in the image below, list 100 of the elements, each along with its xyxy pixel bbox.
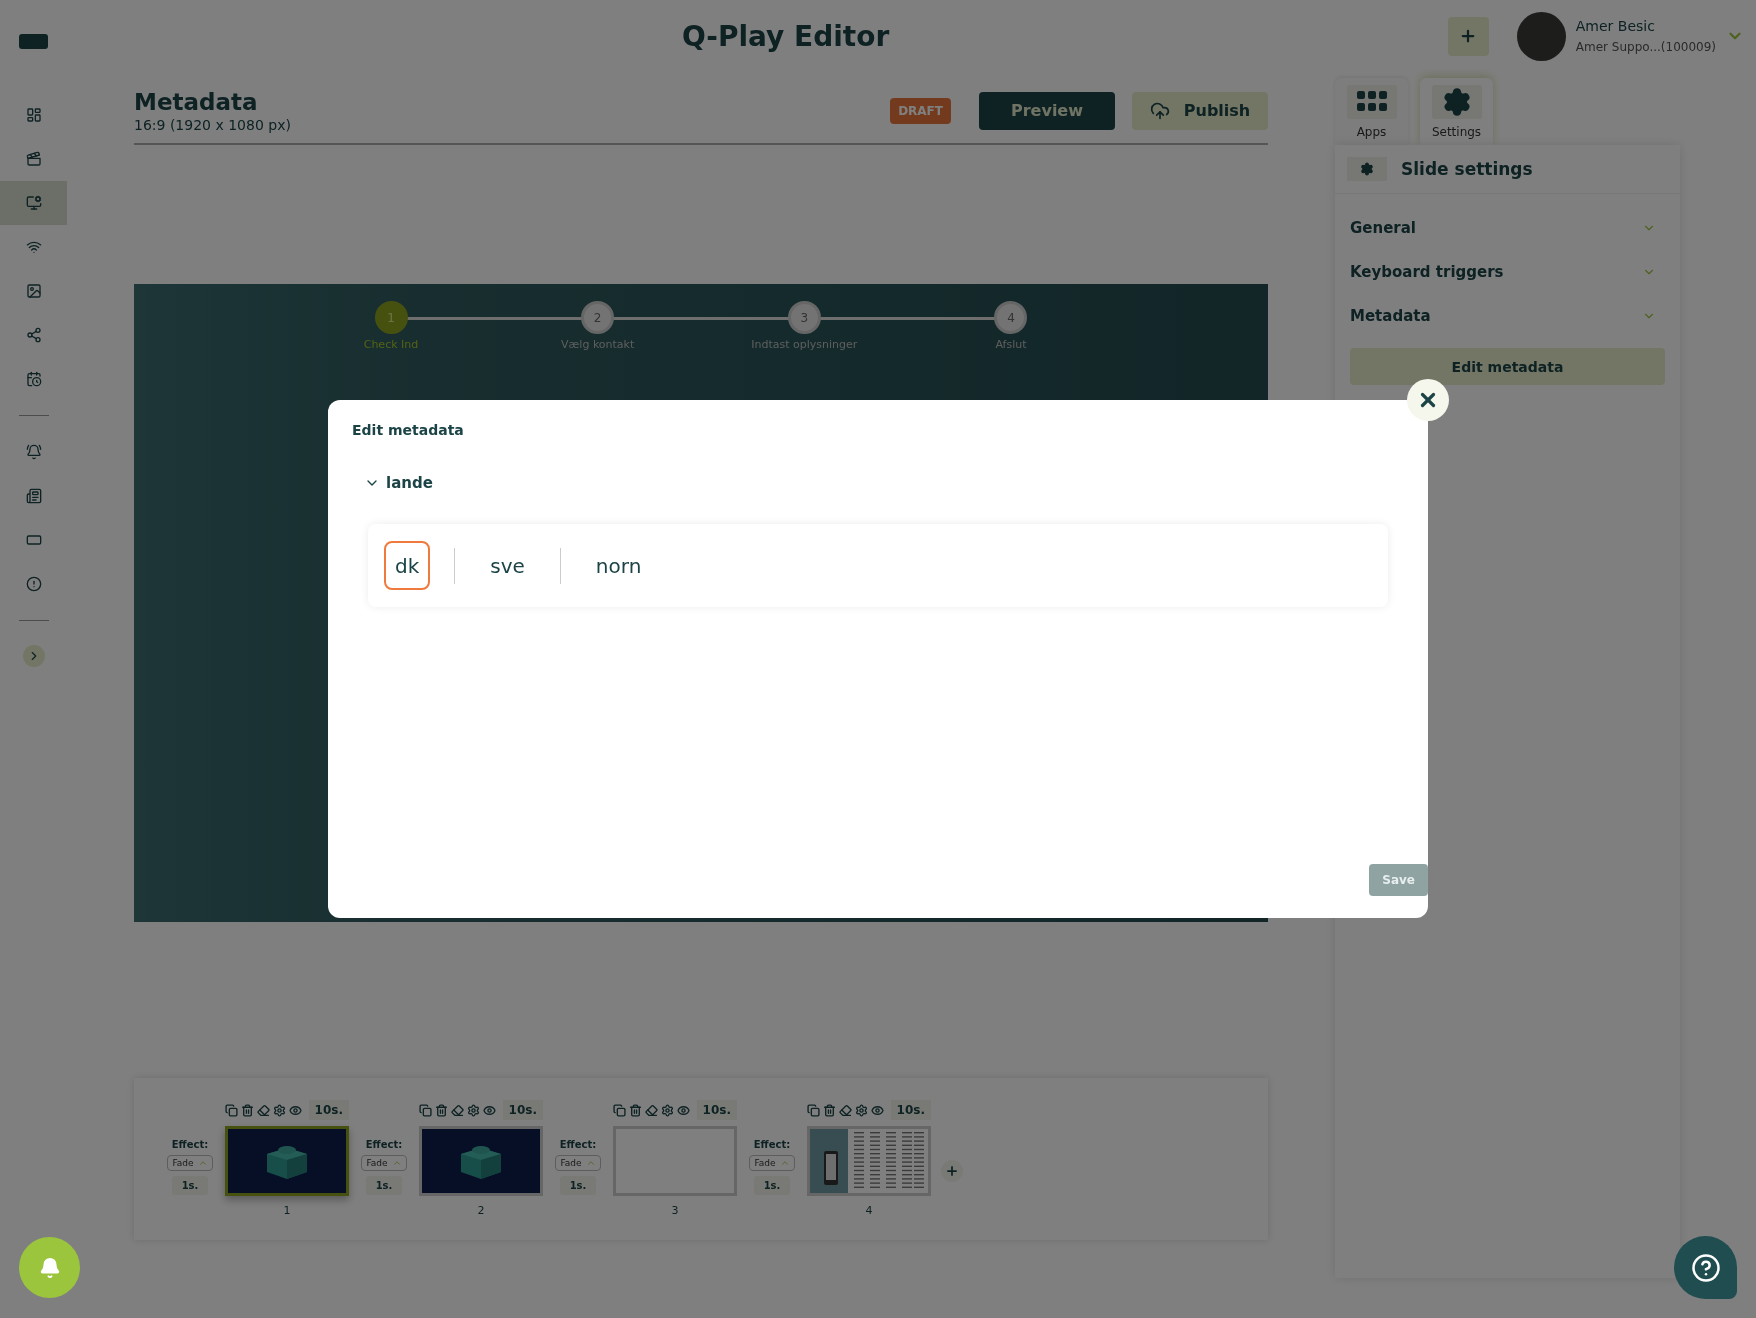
step-label: Vælg kontakt (561, 338, 635, 351)
group-toggle[interactable]: lande (364, 474, 1404, 492)
user-account: Amer Suppo...(100009) (1575, 40, 1716, 54)
add-button[interactable] (1447, 16, 1489, 56)
user-name: Amer Besic (1575, 18, 1656, 34)
slide-duration[interactable]: 10s. (502, 1100, 543, 1120)
panel-title: Slide settings (1401, 159, 1533, 179)
eye-button[interactable] (483, 1103, 496, 1117)
page-subtitle: 16:9 (1920 x 1080 px) (134, 116, 291, 133)
eye-icon (483, 1103, 496, 1117)
expand-button[interactable] (22, 645, 45, 667)
panel-tab[interactable]: Apps (1335, 78, 1408, 145)
newspaper-icon (25, 488, 42, 504)
share-icon (25, 327, 42, 343)
step-circle: 4 (994, 301, 1028, 334)
copy-icon (225, 1103, 238, 1117)
settings-button[interactable] (855, 1103, 868, 1117)
eraser-icon (257, 1103, 270, 1117)
step-label: Check Ind (363, 338, 419, 351)
calendar-clock-icon (25, 371, 42, 387)
step-label: Afslut (995, 338, 1027, 351)
eraser-icon (451, 1103, 464, 1117)
slide-duration[interactable]: 10s. (890, 1100, 931, 1120)
trash-icon (823, 1103, 836, 1117)
chevron-up-icon (585, 1158, 596, 1168)
eraser-icon (839, 1103, 852, 1117)
eraser-button[interactable] (839, 1103, 852, 1117)
trash-button[interactable] (241, 1103, 254, 1117)
eraser-button[interactable] (451, 1103, 464, 1117)
bell-icon (25, 444, 42, 460)
accordion-section[interactable]: General (1335, 206, 1680, 250)
slide-duration[interactable]: 10s. (696, 1100, 737, 1120)
eye-button[interactable] (677, 1103, 690, 1117)
trash-button[interactable] (629, 1103, 642, 1117)
slide-number: 3 (671, 1204, 679, 1217)
effect-duration[interactable]: 1s. (365, 1176, 403, 1195)
modal-title: Edit metadata (352, 422, 465, 438)
eye-button[interactable] (289, 1103, 302, 1117)
help-icon (1690, 1252, 1721, 1283)
slide-duration[interactable]: 10s. (308, 1100, 349, 1120)
bell-icon (38, 1256, 61, 1279)
effect-label: Effect: (171, 1139, 209, 1150)
alert-icon (25, 576, 42, 592)
effect-label: Effect: (753, 1139, 791, 1150)
plus-icon (945, 1164, 959, 1178)
settings-button[interactable] (273, 1103, 286, 1117)
copy-button[interactable] (613, 1103, 626, 1117)
slide-number: 2 (477, 1204, 485, 1217)
add-slide-button[interactable] (941, 1160, 963, 1182)
accordion-section[interactable]: Keyboard triggers (1335, 250, 1680, 294)
settings-icon (661, 1103, 674, 1117)
effect-select[interactable]: Fade (167, 1155, 213, 1171)
trash-icon (435, 1103, 448, 1117)
copy-button[interactable] (419, 1103, 432, 1117)
effect-select[interactable]: Fade (749, 1155, 795, 1171)
eye-icon (677, 1103, 690, 1117)
copy-button[interactable] (807, 1103, 820, 1117)
copy-icon (807, 1103, 820, 1117)
page-title: Metadata (134, 88, 259, 115)
step-label: Indtast oplysninger (751, 338, 858, 351)
effect-select[interactable]: Fade (555, 1155, 601, 1171)
logo (19, 34, 48, 49)
sidebar-item[interactable] (0, 181, 67, 225)
copy-button[interactable] (225, 1103, 238, 1117)
trash-icon (629, 1103, 642, 1117)
settings-button[interactable] (661, 1103, 674, 1117)
settings-icon (855, 1103, 868, 1117)
tag-option[interactable]: dk (384, 541, 431, 590)
effect-label: Effect: (559, 1139, 597, 1150)
effect-duration[interactable]: 1s. (753, 1176, 791, 1195)
copy-icon (613, 1103, 626, 1117)
slide-thumbnail[interactable] (419, 1126, 543, 1196)
accordion-section[interactable]: Metadata (1335, 294, 1680, 338)
settings-icon (467, 1103, 480, 1117)
settings-icon (273, 1103, 286, 1117)
grid-icon (1346, 84, 1397, 119)
cloud-icon (1149, 100, 1170, 121)
settings-icon (1431, 84, 1482, 119)
media-icon (25, 151, 42, 167)
publish-button[interactable]: Publish (1132, 91, 1268, 130)
edit-metadata-button[interactable]: Edit metadata (1350, 348, 1665, 385)
trash-button[interactable] (823, 1103, 836, 1117)
eye-button[interactable] (871, 1103, 884, 1117)
effect-select[interactable]: Fade (361, 1155, 407, 1171)
slide-number: 1 (283, 1204, 291, 1217)
eraser-button[interactable] (257, 1103, 270, 1117)
slide-thumbnail[interactable] (613, 1126, 737, 1196)
settings-button[interactable] (467, 1103, 480, 1117)
eraser-button[interactable] (645, 1103, 658, 1117)
slide-thumbnail[interactable] (225, 1126, 349, 1196)
panel-tab[interactable]: Settings (1420, 78, 1493, 145)
status-badge: DRAFT (890, 97, 951, 124)
slide-number: 4 (865, 1204, 873, 1217)
dashboard-icon (25, 107, 42, 123)
step-circle: 2 (581, 301, 615, 334)
effect-duration[interactable]: 1s. (171, 1176, 209, 1195)
effect-duration[interactable]: 1s. (559, 1176, 597, 1195)
image-icon (25, 283, 42, 299)
trash-button[interactable] (435, 1103, 448, 1117)
preview-button[interactable]: Preview (979, 91, 1115, 130)
